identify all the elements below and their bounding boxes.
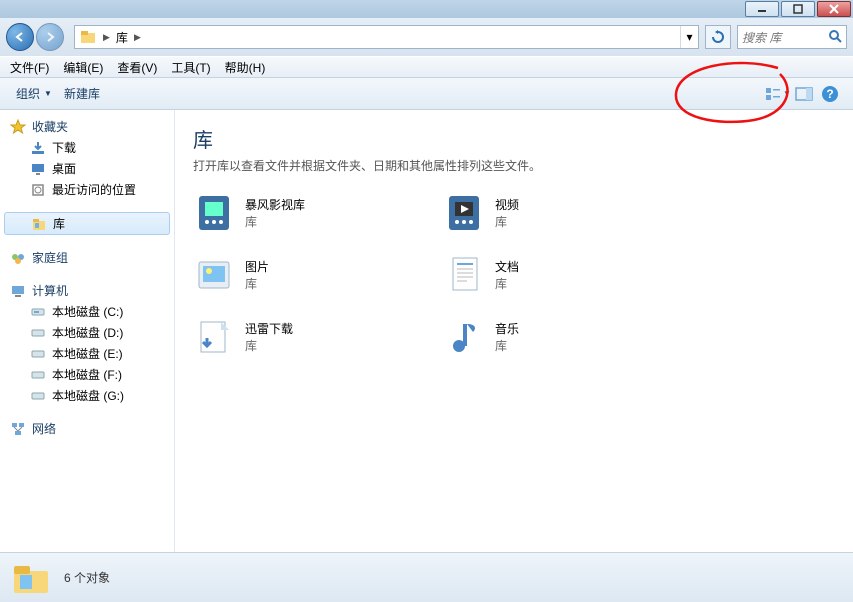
sidebar-item-recent[interactable]: 最近访问的位置 xyxy=(0,179,174,200)
page-title: 库 xyxy=(193,124,835,153)
details-pane: 6 个对象 xyxy=(0,552,853,602)
library-item[interactable]: 音乐库 xyxy=(443,316,693,358)
drive-icon xyxy=(30,367,46,383)
search-input[interactable]: 搜索 库 xyxy=(737,25,847,49)
homegroup-icon xyxy=(10,250,26,266)
library-item[interactable]: 图片库 xyxy=(193,254,443,296)
library-item[interactable]: 迅雷下载库 xyxy=(193,316,443,358)
sidebar-item-drive-g[interactable]: 本地磁盘 (G:) xyxy=(0,385,174,406)
sidebar-item-drive-e[interactable]: 本地磁盘 (E:) xyxy=(0,343,174,364)
library-type: 库 xyxy=(245,275,269,292)
maximize-button[interactable] xyxy=(781,1,815,17)
status-count: 6 个对象 xyxy=(64,569,110,586)
library-icon xyxy=(193,192,235,234)
help-button[interactable]: ? xyxy=(817,83,843,105)
library-item[interactable]: 暴风影视库库 xyxy=(193,192,443,234)
libraries-icon xyxy=(10,559,52,597)
sidebar-group-homegroup[interactable]: 家庭组 xyxy=(0,247,174,268)
window-titlebar xyxy=(0,0,853,18)
star-icon xyxy=(10,119,26,135)
search-placeholder: 搜索 库 xyxy=(742,29,828,46)
library-name: 暴风影视库 xyxy=(245,196,305,213)
library-name: 迅雷下载 xyxy=(245,320,293,337)
sidebar-group-network[interactable]: 网络 xyxy=(0,418,174,439)
refresh-button[interactable] xyxy=(705,25,731,49)
library-icon xyxy=(193,254,235,296)
drive-icon xyxy=(30,346,46,362)
minimize-button[interactable] xyxy=(745,1,779,17)
sidebar-item-drive-c[interactable]: 本地磁盘 (C:) xyxy=(0,301,174,322)
network-icon xyxy=(10,421,26,437)
library-name: 音乐 xyxy=(495,320,519,337)
library-item[interactable]: 视频库 xyxy=(443,192,693,234)
sidebar-item-libraries[interactable]: 库 xyxy=(4,212,170,235)
page-subtitle: 打开库以查看文件并根据文件夹、日期和其他属性排列这些文件。 xyxy=(193,157,835,174)
navigation-pane: 收藏夹 下载 桌面 最近访问的位置 库 家庭组 xyxy=(0,110,175,552)
back-button[interactable] xyxy=(6,23,34,51)
library-type: 库 xyxy=(495,213,519,230)
libraries-icon xyxy=(79,28,97,46)
library-type: 库 xyxy=(245,337,293,354)
content-pane: 库 打开库以查看文件并根据文件夹、日期和其他属性排列这些文件。 暴风影视库库视频… xyxy=(175,110,853,552)
library-item[interactable]: 文档库 xyxy=(443,254,693,296)
library-icon xyxy=(443,192,485,234)
library-icon xyxy=(193,316,235,358)
breadcrumb-root[interactable]: 库 xyxy=(112,29,132,46)
download-icon xyxy=(30,140,46,156)
address-bar[interactable]: ▶ 库 ▶ ▾ xyxy=(74,25,699,49)
sidebar-group-favorites[interactable]: 收藏夹 xyxy=(0,116,174,137)
menu-view[interactable]: 查看(V) xyxy=(117,59,157,76)
library-type: 库 xyxy=(245,213,305,230)
menu-file[interactable]: 文件(F) xyxy=(10,59,49,76)
library-name: 视频 xyxy=(495,196,519,213)
address-dropdown-button[interactable]: ▾ xyxy=(680,26,698,48)
svg-text:?: ? xyxy=(826,87,833,101)
command-bar: 组织▼ 新建库 ▼ ? xyxy=(0,78,853,110)
library-type: 库 xyxy=(495,337,519,354)
sidebar-item-drive-d[interactable]: 本地磁盘 (D:) xyxy=(0,322,174,343)
new-library-button[interactable]: 新建库 xyxy=(58,83,106,104)
library-icon xyxy=(443,316,485,358)
library-icon xyxy=(443,254,485,296)
organize-button[interactable]: 组织▼ xyxy=(10,83,58,104)
search-icon xyxy=(828,29,842,46)
forward-button[interactable] xyxy=(36,23,64,51)
navigation-bar: ▶ 库 ▶ ▾ 搜索 库 xyxy=(0,18,853,56)
library-name: 图片 xyxy=(245,258,269,275)
library-name: 文档 xyxy=(495,258,519,275)
change-view-button[interactable]: ▼ xyxy=(765,83,791,105)
libraries-icon xyxy=(31,216,47,232)
drive-icon xyxy=(30,388,46,404)
menu-bar: 文件(F) 编辑(E) 查看(V) 工具(T) 帮助(H) xyxy=(0,56,853,78)
sidebar-item-drive-f[interactable]: 本地磁盘 (F:) xyxy=(0,364,174,385)
sidebar-group-computer[interactable]: 计算机 xyxy=(0,280,174,301)
chevron-right-icon: ▶ xyxy=(101,32,112,43)
desktop-icon xyxy=(30,161,46,177)
drive-icon xyxy=(30,304,46,320)
library-type: 库 xyxy=(495,275,519,292)
preview-pane-button[interactable] xyxy=(791,83,817,105)
menu-tools[interactable]: 工具(T) xyxy=(171,59,210,76)
menu-help[interactable]: 帮助(H) xyxy=(225,59,266,76)
computer-icon xyxy=(10,283,26,299)
menu-edit[interactable]: 编辑(E) xyxy=(63,59,103,76)
drive-icon xyxy=(30,325,46,341)
close-button[interactable] xyxy=(817,1,851,17)
sidebar-item-downloads[interactable]: 下载 xyxy=(0,137,174,158)
chevron-right-icon[interactable]: ▶ xyxy=(132,32,143,43)
recent-icon xyxy=(30,182,46,198)
sidebar-item-desktop[interactable]: 桌面 xyxy=(0,158,174,179)
